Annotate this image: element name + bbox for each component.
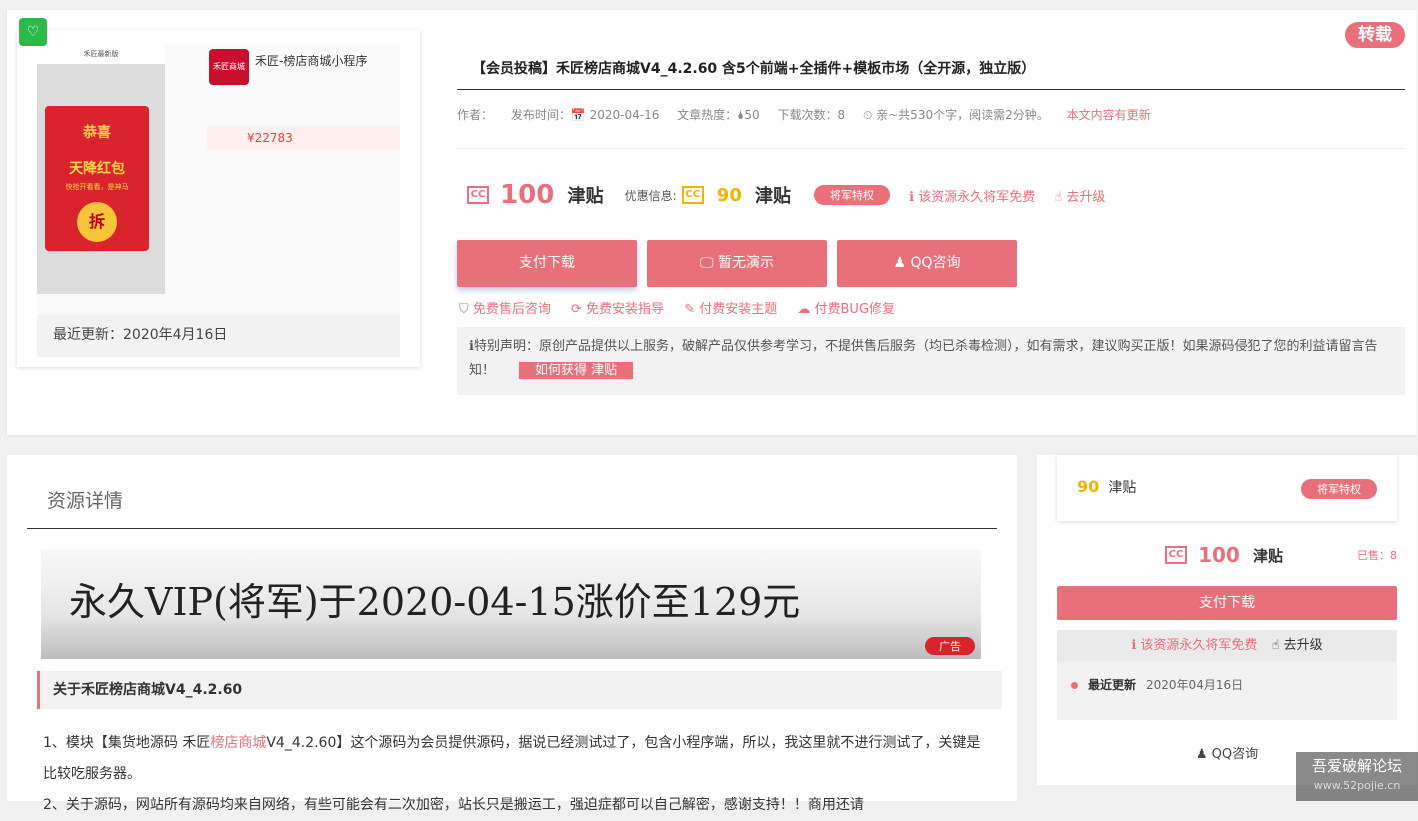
about-heading: 关于禾匠榜店商城V4_4.2.60 — [37, 671, 1002, 709]
vip-privilege-pill[interactable]: 将军特权 — [814, 185, 891, 205]
sold-count: 已售：8 — [1357, 549, 1397, 562]
meta-divider — [457, 148, 1405, 149]
cc-icon: CC — [1165, 546, 1187, 564]
resource-header-card: 禾匠最新版 恭喜 天降红包 快抢开看看，是神马 拆 禾匠商城 禾匠-榜店商城小程… — [7, 10, 1417, 435]
promo-banner[interactable]: 永久VIP(将军)于2020-04-15涨价至129元 广告 — [41, 549, 981, 659]
mini-app-price: ¥22783 — [207, 126, 400, 150]
price-unit: 津贴 — [567, 186, 604, 207]
envelope-hint: 快抢开看看，是神马 — [65, 183, 129, 191]
resource-thumbnail-image[interactable]: 禾匠最新版 恭喜 天降红包 快抢开看看，是神马 拆 禾匠商城 禾匠-榜店商城小程… — [37, 44, 400, 314]
service-item: ☁ 付费BUG修复 — [797, 302, 896, 317]
heart-badge-icon: ♡ — [19, 18, 47, 46]
post-title: 【会员投稿】禾匠榜店商城V4_4.2.60 含5个前端+全插件+模板市场（全开源… — [457, 56, 1405, 90]
price-row: CC 100 津贴 优惠信息: CC 90 津贴 将军特权 ℹ 该资源永久将军免… — [467, 180, 1105, 210]
meta-downloads: 下载次数：8 — [777, 108, 846, 122]
bullet-dot — [1071, 682, 1078, 689]
discount-unit: 津贴 — [754, 186, 791, 207]
resource-detail-card: 资源详情 永久VIP(将军)于2020-04-15涨价至129元 广告 关于禾匠… — [7, 455, 1017, 813]
repost-badge: 转载 — [1345, 22, 1405, 48]
how-to-get-link[interactable]: 如何获得 津贴 — [519, 362, 634, 379]
price-amount: 100 — [500, 180, 555, 210]
post-meta: 作者： 发布时间：📅 2020-04-16 文章热度：🌢50 下载次数：8 ⏲ … — [457, 106, 1165, 123]
sidebar-update-box: 最近更新 2020年04月16日 — [1057, 662, 1397, 720]
phone-screenshot: 禾匠最新版 恭喜 天降红包 快抢开看看，是神马 拆 — [37, 44, 165, 294]
meta-heat: 文章热度：🌢50 — [677, 108, 760, 122]
purchase-sidebar: 90 津贴 将军特权 CC 100 津贴 已售：8 支付下载 ℹ 该资源永久将军… — [1037, 455, 1417, 785]
discount-label: 优惠信息: — [624, 188, 677, 203]
sidebar-discount-amount: 90 — [1077, 477, 1100, 496]
sidebar-free-text: ℹ 该资源永久将军免费 — [1131, 638, 1258, 653]
sidebar-free-row: ℹ 该资源永久将军免费 ☝ 去升级 — [1057, 630, 1397, 662]
special-notice: ℹ特别声明：原创产品提供以上服务，破解产品仅供参考学习，不提供售后服务（均已杀毒… — [457, 327, 1405, 395]
meta-author: 作者： — [457, 108, 494, 122]
watermark-url: www.52pojie.cn — [1313, 779, 1401, 792]
ad-tag: 广告 — [925, 637, 975, 655]
envelope-coin: 拆 — [77, 202, 117, 242]
envelope-line1: 恭喜 — [83, 125, 111, 141]
sidebar-price-unit: 津贴 — [1252, 546, 1283, 565]
red-envelope: 恭喜 天降红包 快抢开看看，是神马 拆 — [45, 106, 149, 251]
thumbnail-update-date: 最近更新：2020年4月16日 — [37, 314, 400, 357]
phone-title: 禾匠最新版 — [37, 44, 165, 64]
vip-free-text: ℹ 该资源永久将军免费 — [909, 189, 1036, 205]
qq-consult-button[interactable]: ♟ QQ咨询 — [837, 240, 1017, 287]
sidebar-discount-unit: 津贴 — [1108, 480, 1137, 496]
sidebar-discount: 90 津贴 — [1077, 477, 1136, 497]
mini-app-title: 禾匠-榜店商城小程序 — [255, 54, 368, 68]
site-watermark: 吾爱破解论坛 www.52pojie.cn — [1296, 752, 1418, 801]
sidebar-price: CC 100 津贴 — [1165, 543, 1283, 567]
update-value: 2020年04月16日 — [1146, 678, 1244, 692]
sidebar-upgrade-link[interactable]: ☝ 去升级 — [1272, 638, 1323, 653]
paragraph: 1、模块【集货地源码 禾匠榜店商城V4_4.2.60】这个源码为会员提供源码，据… — [43, 728, 993, 790]
upgrade-link[interactable]: ☝ 去升级 — [1054, 190, 1105, 205]
paragraph: 2、关于源码，网站所有源码均来自网络，有些可能会有二次加密，站长只是搬运工，强迫… — [43, 797, 864, 813]
update-label: 最近更新 — [1088, 678, 1137, 692]
watermark-name: 吾爱破解论坛 — [1311, 757, 1402, 775]
meta-read-time: ⏲ 亲~共530个字，阅读需2分钟。 — [862, 108, 1049, 122]
sidebar-vip-pill[interactable]: 将军特权 — [1301, 479, 1377, 499]
discount-amount: 90 — [716, 184, 742, 206]
meta-published: 发布时间：📅 2020-04-16 — [510, 108, 660, 122]
mini-app-info: 禾匠商城 禾匠-榜店商城小程序 ¥22783 — [207, 44, 400, 294]
shop-link[interactable]: 榜店商城 — [210, 735, 266, 751]
service-item: ✎ 付费安装主题 — [684, 302, 778, 317]
cc-icon: CC — [467, 186, 489, 204]
banner-text: 永久VIP(将军)于2020-04-15涨价至129元 — [69, 580, 801, 624]
service-item: ⛉ 免费售后咨询 — [459, 302, 551, 317]
mini-app-logo: 禾匠商城 — [209, 49, 249, 85]
sidebar-pay-button[interactable]: 支付下载 — [1057, 586, 1397, 620]
demo-button[interactable]: 🖵 暂无演示 — [647, 240, 827, 287]
meta-updated: 本文内容有更新 — [1066, 108, 1151, 122]
cc-gold-icon: CC — [681, 186, 704, 204]
service-list: ⛉ 免费售后咨询 ⟳ 免费安装指导 ✎ 付费安装主题 ☁ 付费BUG修复 — [459, 298, 911, 317]
resource-thumbnail-card: 禾匠最新版 恭喜 天降红包 快抢开看看，是神马 拆 禾匠商城 禾匠-榜店商城小程… — [17, 30, 420, 367]
article-body: 1、模块【集货地源码 禾匠榜店商城V4_4.2.60】这个源码为会员提供源码，据… — [43, 728, 993, 821]
paragraph-text: 1、模块【集货地源码 禾匠 — [43, 735, 211, 751]
pay-download-button[interactable]: 支付下载 — [457, 240, 637, 287]
service-item: ⟳ 免费安装指导 — [571, 302, 665, 317]
section-title: 资源详情 — [27, 483, 997, 529]
sidebar-discount-box: 90 津贴 将军特权 — [1057, 455, 1397, 521]
sidebar-price-amount: 100 — [1198, 543, 1240, 567]
envelope-line2: 天降红包 — [69, 161, 125, 177]
